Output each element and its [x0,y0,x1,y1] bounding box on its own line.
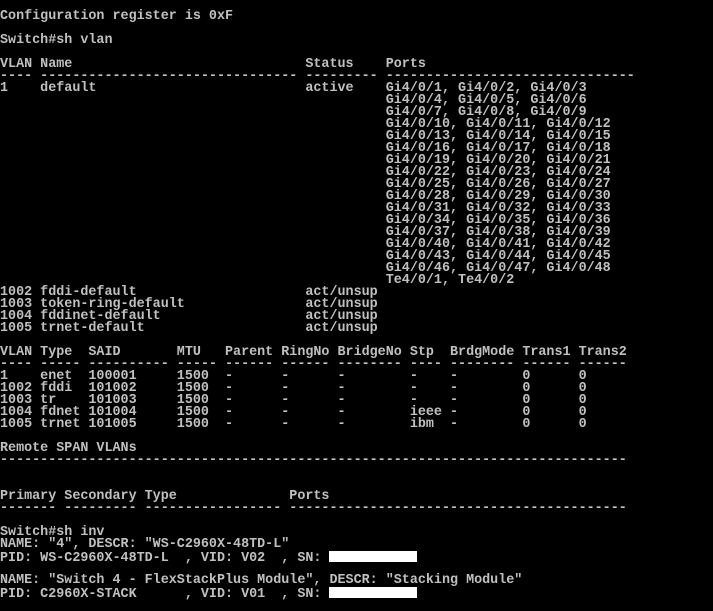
terminal-line: NAME: "4", DESCR: "WS-C2960X-48TD-L" [0,537,290,552]
terminal-line: ------- --------- ----------------- ----… [0,501,627,516]
serial-number-redaction [329,587,418,598]
terminal-line-text: PID: WS-C2960X-48TD-L , VID: V02 , SN: [0,551,330,566]
serial-number-redaction [329,551,418,562]
terminal-line: Switch#sh vlan [0,33,113,48]
terminal-window[interactable]: Configuration register is 0xF Switch#sh v… [0,0,713,611]
terminal-line: NAME: "Switch 4 - FlexStackPlus Module",… [0,573,523,588]
terminal-line: ----------------------------------------… [0,453,627,468]
terminal-line-text: 1005 trnet 101005 1500 - - - ibm - 0 0 [0,417,587,432]
terminal-line: PID: WS-C2960X-48TD-L , VID: V02 , SN: [0,551,418,566]
terminal-line: PID: C2960X-STACK , VID: V01 , SN: [0,587,418,602]
terminal-line-text: ----------------------------------------… [0,453,627,468]
terminal-line: Configuration register is 0xF [0,9,234,24]
terminal-line: 1005 trnet-default act/unsup [0,321,378,336]
terminal-line-text: PID: C2960X-STACK , VID: V01 , SN: [0,587,330,602]
terminal-line-text: NAME: "4", DESCR: "WS-C2960X-48TD-L" [0,537,290,552]
terminal-line-text: 1005 trnet-default act/unsup [0,321,378,336]
terminal-line-text: ------- --------- ----------------- ----… [0,501,627,516]
terminal-line-text: Configuration register is 0xF [0,9,234,24]
terminal-line-text: NAME: "Switch 4 - FlexStackPlus Module",… [0,573,523,588]
terminal-line: 1005 trnet 101005 1500 - - - ibm - 0 0 [0,417,587,432]
terminal-line-text: Switch#sh vlan [0,33,113,48]
